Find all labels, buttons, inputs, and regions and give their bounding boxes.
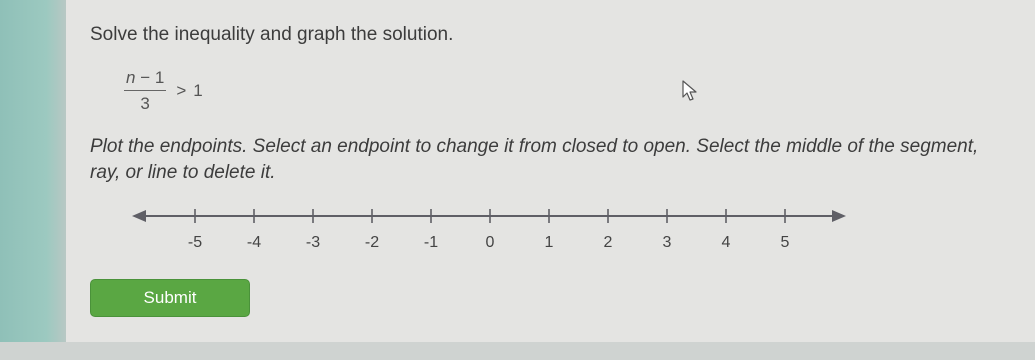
number-line-tick-label: 2 xyxy=(604,234,613,251)
inequality-rhs: 1 xyxy=(193,81,203,100)
inequality-operator: > xyxy=(176,81,187,100)
number-line-tick-label: -3 xyxy=(306,234,320,251)
left-sidebar-strip xyxy=(0,0,66,360)
number-line-tick-label: 4 xyxy=(722,234,731,251)
number-line-tick-label: 5 xyxy=(781,234,790,251)
bottom-band xyxy=(0,342,1035,360)
number-line-tick-label: -2 xyxy=(365,234,379,251)
fraction-numerator: n − 1 xyxy=(124,67,167,91)
submit-button[interactable]: Submit xyxy=(90,279,250,317)
fraction-denominator: 3 xyxy=(140,93,150,113)
inequality-expression: n − 1 3 > 1 xyxy=(124,66,203,116)
number-line-tick-label: 3 xyxy=(663,234,672,251)
number-line-tick-label: -4 xyxy=(247,234,261,251)
number-line-tick-label: -1 xyxy=(424,234,438,251)
fraction: n − 1 3 xyxy=(124,67,167,115)
right-arrow-icon xyxy=(832,210,846,222)
numerator-rest: − 1 xyxy=(135,67,165,87)
instructions-text: Plot the endpoints. Select an endpoint t… xyxy=(90,136,979,183)
mouse-pointer-icon xyxy=(682,80,697,101)
question-prompt: Solve the inequality and graph the solut… xyxy=(90,24,454,45)
number-line-tick-label: -5 xyxy=(188,234,202,251)
number-line[interactable]: -5 -4 -3 -2 -1 0 1 2 3 4 5 xyxy=(120,196,860,256)
left-arrow-icon xyxy=(132,210,146,222)
number-line-tick-label: 1 xyxy=(545,234,554,251)
number-line-tick-label: 0 xyxy=(486,234,495,251)
